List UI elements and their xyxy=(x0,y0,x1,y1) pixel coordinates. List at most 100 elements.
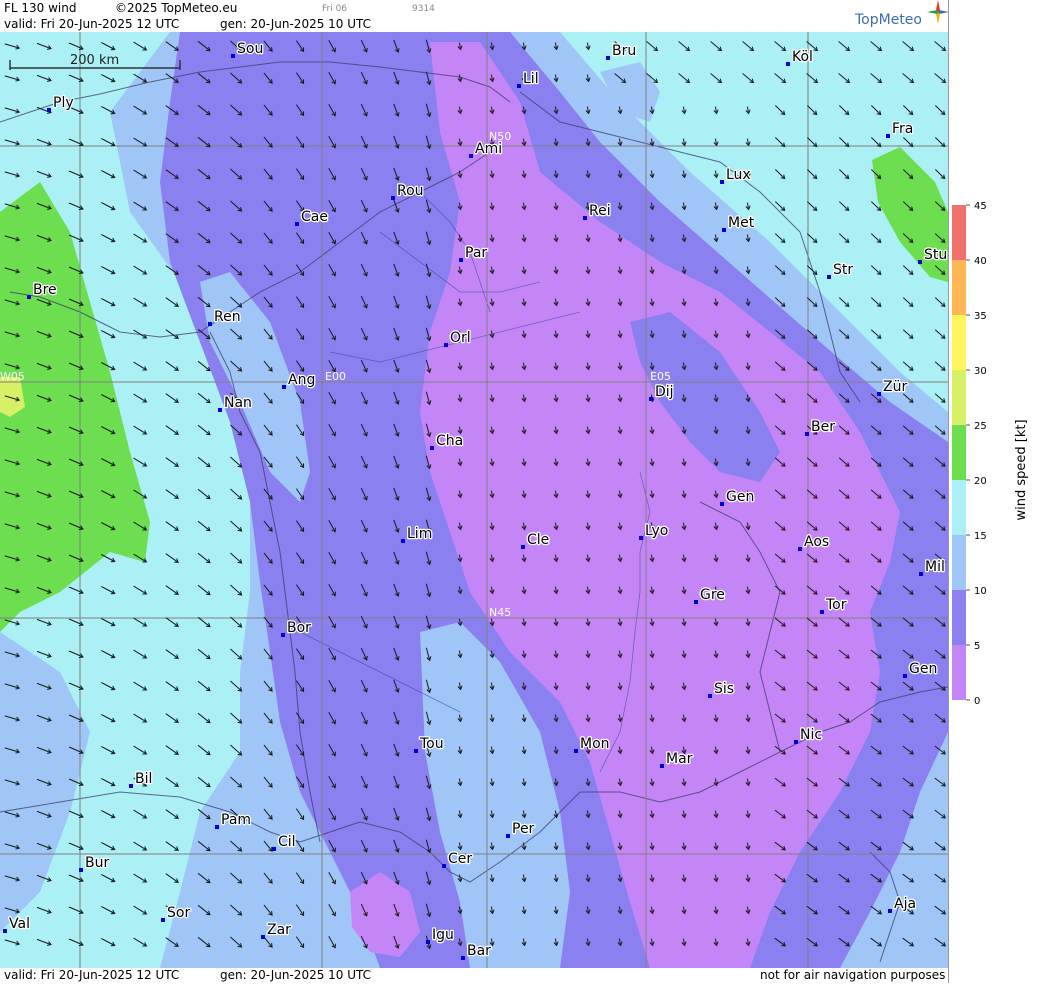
city-label: Tor xyxy=(825,597,847,613)
city-marker-icon xyxy=(820,610,824,614)
city-marker-icon xyxy=(786,62,790,66)
city-marker-icon xyxy=(639,536,643,540)
city-label: Mon xyxy=(580,736,610,752)
city-label: Bar xyxy=(467,943,491,959)
city-label: Tou xyxy=(419,736,444,752)
city-label: Ber xyxy=(811,419,835,435)
city-label: Dij xyxy=(655,384,674,400)
city-label: Sis xyxy=(714,681,734,697)
city-label: Nan xyxy=(224,395,252,411)
city-label: Rou xyxy=(397,183,424,199)
city-marker-icon xyxy=(517,84,521,88)
legend-tick-label: 40 xyxy=(974,256,987,267)
topmeteo-logo: TopMeteo xyxy=(855,0,949,28)
city-marker-icon xyxy=(918,260,922,264)
city-marker-icon xyxy=(282,385,286,389)
legend-tick-label: 10 xyxy=(974,586,987,597)
city-marker-icon xyxy=(798,547,802,551)
wind-map[interactable]: N50 N45 W05 E00 E05 200 km Sou Bru Köl Lil Ply Am… xyxy=(0,32,948,968)
city-marker-icon xyxy=(459,258,463,262)
city-label: Str xyxy=(833,262,853,278)
city-marker-icon xyxy=(606,56,610,60)
city-label: Cil xyxy=(278,834,296,850)
legend-title: wind speed [kt] xyxy=(1014,419,1029,520)
logo-text: TopMeteo xyxy=(855,12,922,28)
city-label: Sou xyxy=(237,41,263,57)
city-marker-icon xyxy=(272,847,276,851)
city-label: Cae xyxy=(301,209,328,225)
city-label: Ang xyxy=(288,372,315,388)
city-label: Sor xyxy=(167,905,190,921)
city-marker-icon xyxy=(215,825,219,829)
city-marker-icon xyxy=(583,216,587,220)
city-marker-icon xyxy=(129,784,133,788)
city-label: Bre xyxy=(33,282,57,298)
city-label: Lyo xyxy=(645,523,668,539)
city-label: Ami xyxy=(475,141,502,157)
city-label: Fra xyxy=(892,121,913,137)
run-code: 9314 xyxy=(412,4,435,14)
legend-tick-label: 30 xyxy=(974,366,987,377)
legend-swatch-5-10 xyxy=(952,590,966,645)
legend-swatch-25-30 xyxy=(952,370,966,425)
compass-icon xyxy=(927,0,949,24)
city-label: Köl xyxy=(792,49,813,65)
city-label: Mar xyxy=(666,751,693,767)
city-marker-icon xyxy=(414,749,418,753)
city-marker-icon xyxy=(720,502,724,506)
city-label: Aja xyxy=(894,896,916,912)
city-label: Ply xyxy=(53,95,74,111)
city-marker-icon xyxy=(261,935,265,939)
city-marker-icon xyxy=(161,918,165,922)
city-marker-icon xyxy=(574,749,578,753)
city-mon: Mon xyxy=(574,735,611,753)
city-label: Zür xyxy=(883,379,907,395)
city-label: Stu xyxy=(924,247,947,263)
city-marker-icon xyxy=(461,956,465,960)
legend-tick-label: 35 xyxy=(974,311,987,322)
run-tag: Fri 06 xyxy=(322,4,348,14)
legend-swatch-0-5 xyxy=(952,645,966,700)
city-marker-icon xyxy=(694,600,698,604)
city-marker-icon xyxy=(794,740,798,744)
copyright: ©2025 TopMeteo.eu xyxy=(115,1,238,15)
footer-disclaimer: not for air navigation purposes xyxy=(760,968,946,982)
city-gen: Gen xyxy=(903,660,939,678)
city-marker-icon xyxy=(888,909,892,913)
scale-bar-label: 200 km xyxy=(70,53,119,68)
generated-time: gen: 20-Jun-2025 10 UTC xyxy=(220,17,372,31)
city-marker-icon xyxy=(521,545,525,549)
city-marker-icon xyxy=(708,694,712,698)
legend-tick-label: 5 xyxy=(974,641,980,652)
city-marker-icon xyxy=(877,392,881,396)
city-marker-icon xyxy=(401,539,405,543)
city-marker-icon xyxy=(430,446,434,450)
legend-swatch-40-45 xyxy=(952,205,966,260)
city-label: Gre xyxy=(700,587,725,603)
city-label: Lil xyxy=(523,71,539,87)
city-marker-icon xyxy=(469,154,473,158)
city-marker-icon xyxy=(79,868,83,872)
city-label: Bor xyxy=(287,620,311,636)
city-marker-icon xyxy=(47,108,51,112)
grid-label: W05 xyxy=(0,370,25,383)
city-marker-icon xyxy=(218,408,222,412)
grid-label: E05 xyxy=(650,370,671,383)
city-label: Orl xyxy=(450,330,471,346)
legend-tick-label: 25 xyxy=(974,421,987,432)
city-label: Bur xyxy=(85,855,109,871)
city-marker-icon xyxy=(805,432,809,436)
city-marker-icon xyxy=(281,633,285,637)
city-marker-icon xyxy=(720,180,724,184)
legend-tick-label: 20 xyxy=(974,476,987,487)
city-marker-icon xyxy=(231,54,235,58)
city-label: Ren xyxy=(214,309,241,325)
city-label: Lim xyxy=(407,526,432,542)
footer-generated-time: gen: 20-Jun-2025 10 UTC xyxy=(220,968,372,982)
city-label: Rei xyxy=(589,203,611,219)
city-gen: Gen xyxy=(720,488,756,506)
city-label: Par xyxy=(465,245,487,261)
city-label: Pam xyxy=(221,812,251,828)
city-label: Bru xyxy=(612,43,636,59)
city-marker-icon xyxy=(27,295,31,299)
